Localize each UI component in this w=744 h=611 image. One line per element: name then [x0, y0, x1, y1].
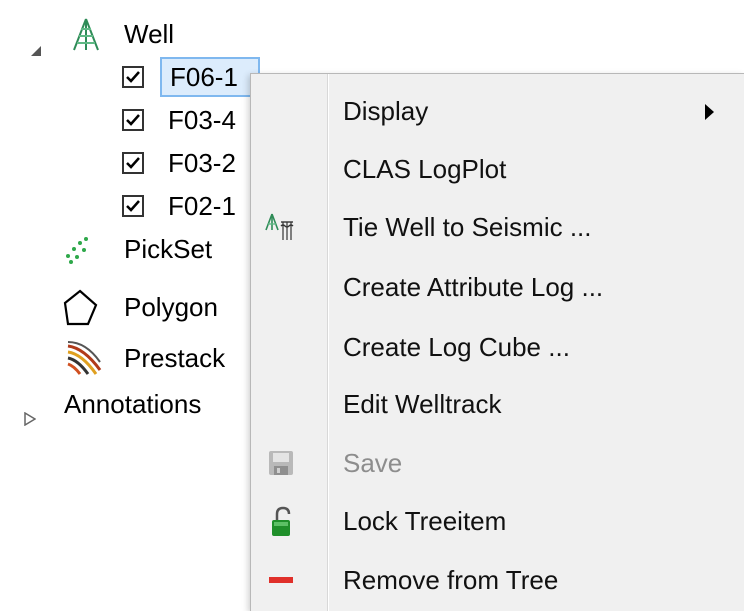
- menu-item-create-attribute-log[interactable]: Create Attribute Log ...: [251, 258, 744, 316]
- tree-item-prestack[interactable]: Prestack: [0, 338, 250, 378]
- tree-item-well-f02-1[interactable]: F02-1: [0, 186, 250, 226]
- menu-item-tie-well-to-seismic[interactable]: Tie Well to Seismic ...: [251, 198, 744, 256]
- well-icon: [68, 16, 104, 63]
- menu-item-remove-from-tree[interactable]: Remove from Tree: [251, 551, 744, 609]
- menu-item-lock-treeitem[interactable]: Lock Treeitem: [251, 492, 744, 550]
- tree-item-label: Prestack: [124, 343, 226, 373]
- tree-item-label: F03-4: [168, 105, 236, 135]
- visibility-checkbox[interactable]: [122, 109, 144, 131]
- tree-item-label: Polygon: [124, 292, 218, 322]
- menu-item-label: Create Log Cube ...: [343, 332, 570, 362]
- menu-item-edit-welltrack[interactable]: Edit Welltrack: [251, 375, 744, 433]
- menu-item-label: Remove from Tree: [343, 565, 559, 595]
- menu-item-save[interactable]: Save: [251, 434, 744, 492]
- tree-item-well[interactable]: Well: [0, 14, 250, 56]
- menu-item-label: Save: [343, 448, 403, 478]
- context-menu: Display CLAS LogPlot Tie Well to Seismic…: [250, 73, 744, 611]
- polygon-icon: [62, 289, 102, 338]
- visibility-checkbox[interactable]: [122, 152, 144, 174]
- save-icon: [263, 448, 299, 478]
- tree-item-label: F06-1: [170, 62, 238, 92]
- pickset-icon: [64, 235, 92, 275]
- tree-item-label: F02-1: [168, 191, 236, 221]
- unlock-icon: [263, 506, 299, 536]
- tie-well-icon: [263, 212, 299, 242]
- menu-item-label: CLAS LogPlot: [343, 154, 507, 184]
- menu-item-label: Lock Treeitem: [343, 506, 507, 536]
- tree-item-polygon[interactable]: Polygon: [0, 287, 250, 327]
- remove-icon: [263, 565, 299, 595]
- menu-item-label: Tie Well to Seismic ...: [343, 212, 592, 242]
- menu-item-label: Display: [343, 96, 429, 126]
- tree-item-well-f03-4[interactable]: F03-4: [0, 100, 250, 140]
- visibility-checkbox[interactable]: [122, 66, 144, 88]
- menu-item-display[interactable]: Display: [251, 82, 744, 140]
- tree-item-pickset[interactable]: PickSet: [0, 229, 250, 269]
- tree-item-label: Well: [124, 19, 175, 49]
- tree-item-well-f06-1[interactable]: F06-1: [0, 57, 260, 97]
- prestack-icon: [66, 340, 102, 387]
- menu-item-label: Edit Welltrack: [343, 389, 502, 419]
- menu-item-clas-logplot[interactable]: CLAS LogPlot: [251, 140, 744, 198]
- tree-item-label: Annotations: [64, 389, 202, 419]
- collapsed-triangle-icon[interactable]: [24, 397, 37, 437]
- menu-item-create-log-cube[interactable]: Create Log Cube ...: [251, 318, 744, 376]
- tree-item-annotations[interactable]: Annotations: [0, 384, 250, 427]
- menu-item-label: Create Attribute Log ...: [343, 272, 604, 302]
- tree-item-label: F03-2: [168, 148, 236, 178]
- visibility-checkbox[interactable]: [122, 195, 144, 217]
- submenu-arrow-icon: [705, 104, 714, 120]
- tree-item-label: PickSet: [124, 234, 213, 264]
- tree-item-well-f03-2[interactable]: F03-2: [0, 143, 250, 183]
